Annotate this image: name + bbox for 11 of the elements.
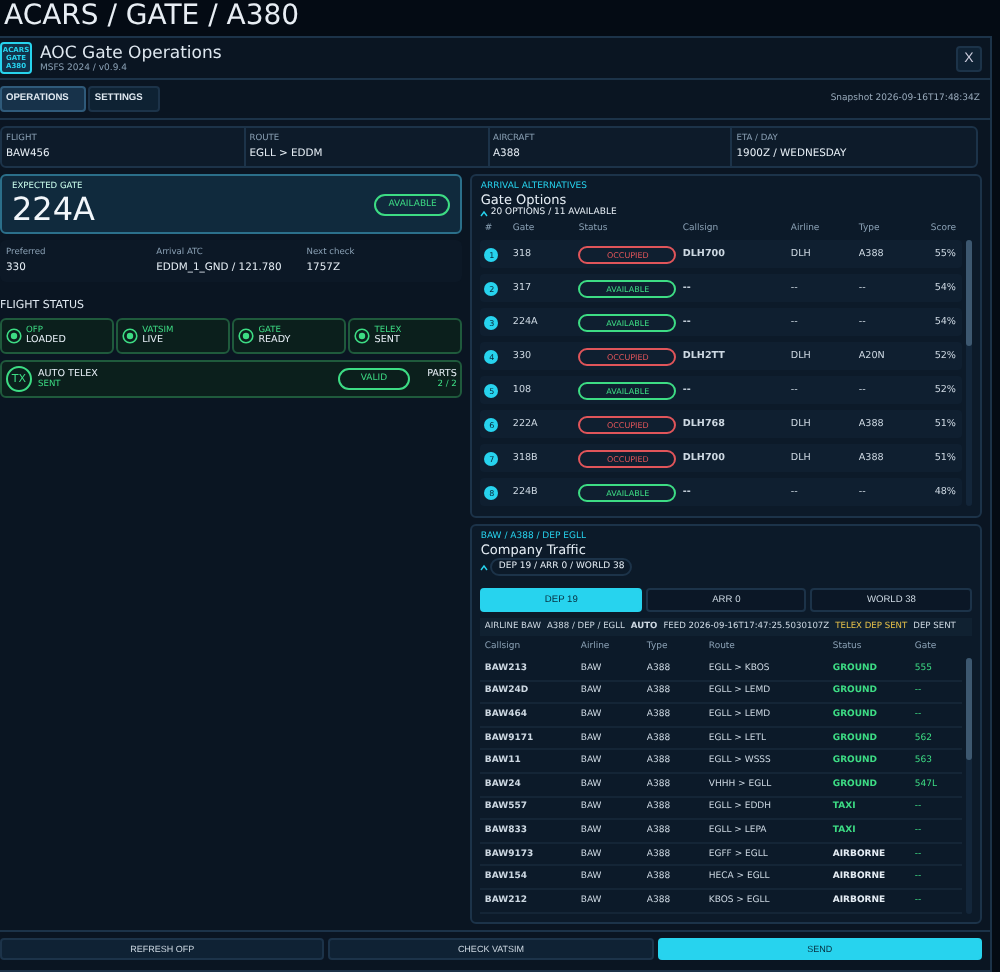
- check-circle-icon: [238, 328, 255, 344]
- collapse-icon: [480, 563, 489, 571]
- collapse-icon: [480, 209, 489, 217]
- check-circle-icon: [122, 328, 139, 344]
- check-circle-icon: [354, 328, 371, 344]
- scrollbar[interactable]: [966, 240, 972, 506]
- gate-number: 224A: [12, 192, 95, 226]
- check-circle-icon: [6, 328, 22, 344]
- page-heading: ACARS / GATE / A380: [2, 0, 302, 32]
- window-title: AOC Gate Operations: [40, 43, 222, 63]
- scrollbar[interactable]: [966, 658, 972, 914]
